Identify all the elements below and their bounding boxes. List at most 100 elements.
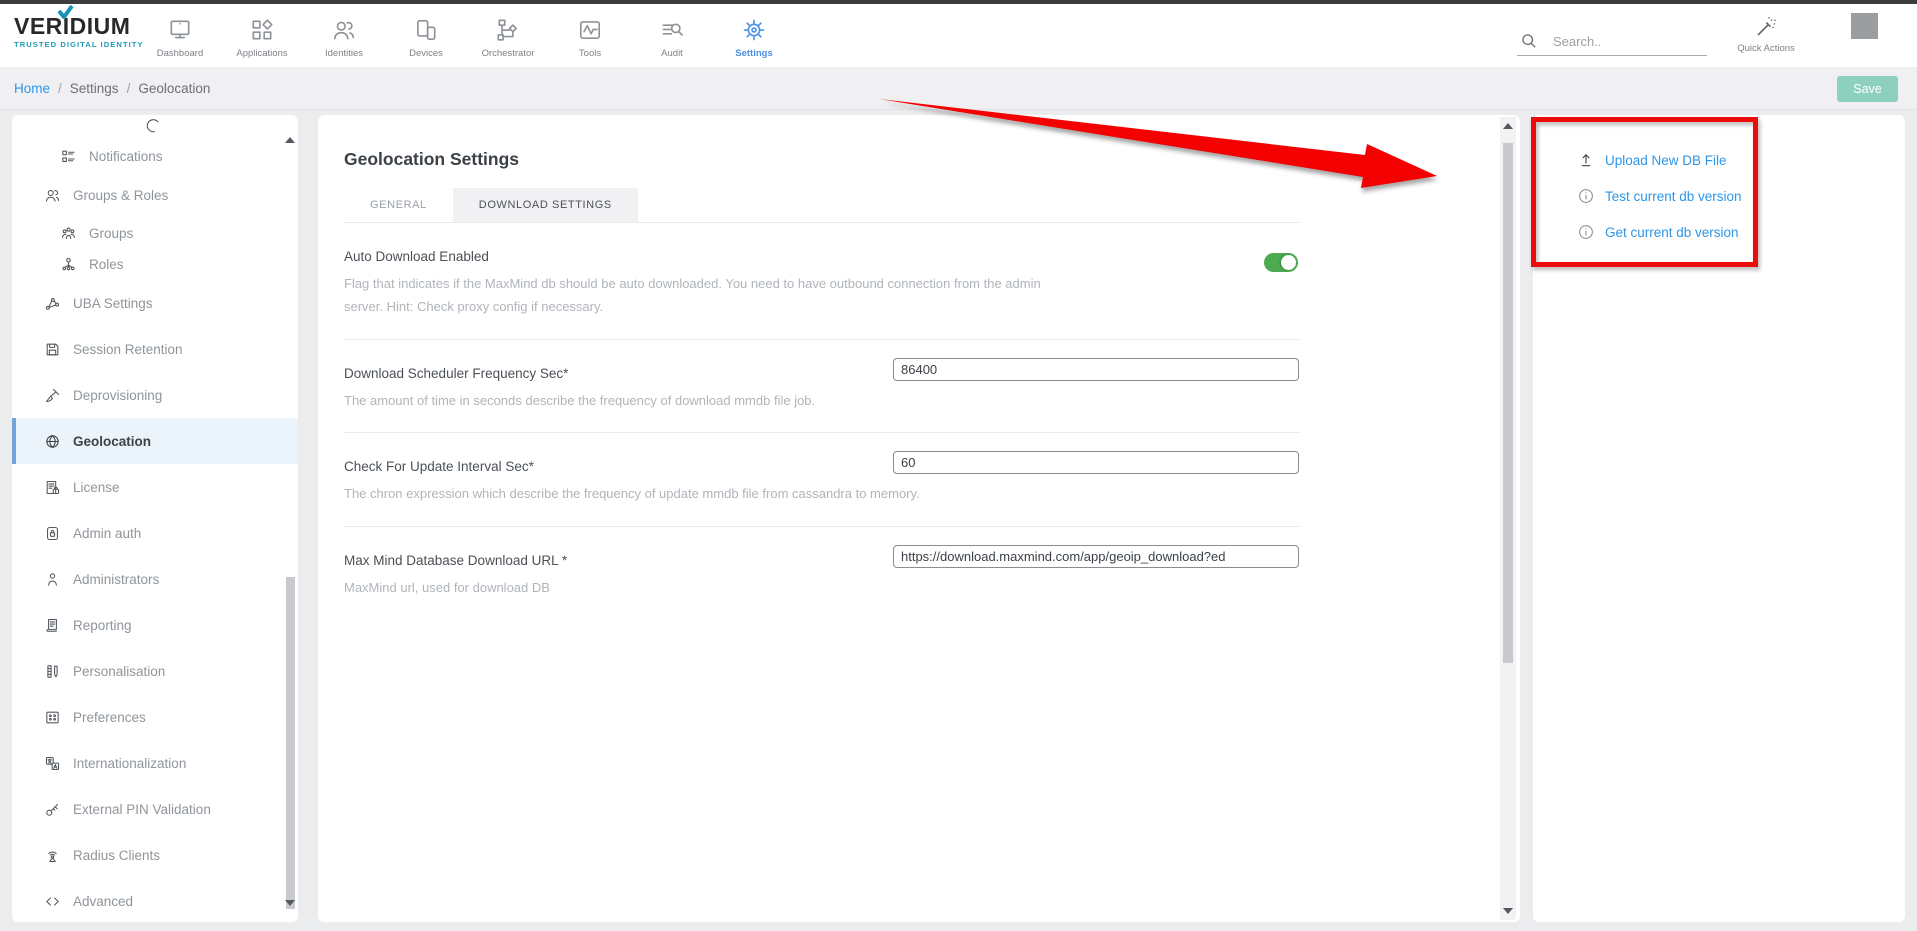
page-title: Geolocation Settings — [344, 149, 1300, 170]
main-nav: DashboardApplicationsIdentitiesDevicesOr… — [139, 7, 795, 59]
nav-item-orchestrator[interactable]: Orchestrator — [467, 7, 549, 59]
scroll-down-arrow[interactable] — [1503, 908, 1513, 914]
nav-item-label: Orchestrator — [467, 48, 549, 59]
sidebar-item-label: Internationalization — [73, 756, 186, 771]
antenna-icon — [44, 847, 61, 864]
sidebar-item-label: Groups & Roles — [73, 188, 168, 203]
sidebar-item-roles[interactable]: Roles — [12, 249, 298, 280]
translate-icon — [44, 755, 61, 772]
gear-icon — [713, 15, 795, 45]
audit-icon — [631, 15, 713, 45]
sidebar-item-label: Advanced — [73, 894, 133, 909]
sidebar-item-label: Reporting — [73, 618, 132, 633]
report-icon — [44, 617, 61, 634]
breadcrumb-settings[interactable]: Settings — [70, 81, 119, 96]
sidebar-item-personalisation[interactable]: Personalisation — [12, 648, 298, 694]
sidebar-item-internationalization[interactable]: Internationalization — [12, 740, 298, 786]
upload-new-db-file-link[interactable]: Upload New DB File — [1533, 142, 1905, 178]
save-button[interactable]: Save — [1837, 76, 1898, 102]
sidebar-item-session-retention[interactable]: Session Retention — [12, 326, 298, 372]
floppy-icon — [44, 341, 61, 358]
sidebar-item-groups-roles[interactable]: Groups & Roles — [12, 172, 298, 218]
upload-icon — [1577, 151, 1595, 169]
sidebar-item-deprovisioning[interactable]: Deprovisioning — [12, 372, 298, 418]
field-row-auto-download-enabled: Auto Download EnabledFlag that indicates… — [344, 223, 1300, 340]
global-search — [1517, 28, 1707, 60]
nav-item-dashboard[interactable]: Dashboard — [139, 7, 221, 59]
field-row-max-mind-database-download-url: Max Mind Database Download URL *MaxMind … — [344, 527, 1300, 620]
field-description: Flag that indicates if the MaxMind db sh… — [344, 273, 1044, 319]
search-input[interactable] — [1517, 28, 1707, 56]
sidebar-item-clipped — [12, 119, 298, 141]
sidebar-item-label: License — [73, 480, 120, 495]
sidebar-item-label: Notifications — [89, 149, 163, 164]
db-actions-panel: Upload New DB File Test current db versio… — [1533, 115, 1905, 922]
globe-icon — [44, 433, 61, 450]
sidebar-item-geolocation[interactable]: Geolocation — [12, 418, 298, 464]
tab-general[interactable]: GENERAL — [344, 188, 453, 222]
sidebar-item-external-pin-validation[interactable]: External PIN Validation — [12, 786, 298, 832]
max-mind-database-download-url-input[interactable] — [893, 545, 1299, 568]
sidebar-item-uba-settings[interactable]: UBA Settings — [12, 280, 298, 326]
code-icon — [44, 893, 61, 910]
nav-item-devices[interactable]: Devices — [385, 7, 467, 59]
sidebar-item-label: Deprovisioning — [73, 388, 162, 403]
scroll-down-arrow[interactable] — [285, 900, 295, 906]
breadcrumb-separator: / — [58, 81, 62, 96]
sidebar-item-label: Groups — [89, 226, 133, 241]
doc-lock-icon — [44, 479, 61, 496]
sidebar-item-label: Admin auth — [73, 526, 141, 541]
shield-lock-icon — [44, 525, 61, 542]
quick-actions-button[interactable]: Quick Actions — [1722, 13, 1810, 54]
ruler-pen-icon — [44, 663, 61, 680]
sidebar-item-reporting[interactable]: Reporting — [12, 602, 298, 648]
sidebar-scrollbar[interactable] — [284, 129, 297, 908]
broom-icon — [44, 387, 61, 404]
sidebar-item-radius-clients[interactable]: Radius Clients — [12, 832, 298, 878]
field-row-check-for-update-interval-sec: Check For Update Interval Sec*The chron … — [344, 433, 1300, 527]
crowd-icon — [60, 225, 77, 242]
nav-item-label: Audit — [631, 48, 713, 59]
prefs-icon — [44, 709, 61, 726]
logo-checkmark-icon — [57, 5, 74, 19]
nav-item-audit[interactable]: Audit — [631, 7, 713, 59]
sidebar-item-admin-auth[interactable]: Admin auth — [12, 510, 298, 556]
check-for-update-interval-sec-input[interactable] — [893, 451, 1299, 474]
scroll-up-arrow[interactable] — [1503, 123, 1513, 129]
test-current-db-version-link[interactable]: Test current db version — [1533, 178, 1905, 214]
action-link-label: Test current db version — [1605, 189, 1742, 204]
nav-item-tools[interactable]: Tools — [549, 7, 631, 59]
nav-item-label: Applications — [221, 48, 303, 59]
scroll-up-arrow[interactable] — [285, 137, 295, 143]
sidebar-item-label: Session Retention — [73, 342, 183, 357]
tools-icon — [549, 15, 631, 45]
sidebar-item-administrators[interactable]: Administrators — [12, 556, 298, 602]
main-content-scrollbar[interactable] — [1500, 117, 1516, 920]
nav-item-applications[interactable]: Applications — [221, 7, 303, 59]
auto-download-enabled-toggle[interactable] — [1264, 253, 1298, 272]
breadcrumb-current: Geolocation — [138, 81, 210, 96]
get-current-db-version-link[interactable]: Get current db version — [1533, 214, 1905, 250]
sidebar-item-label: External PIN Validation — [73, 802, 211, 817]
identities-icon — [303, 15, 385, 45]
sidebar-item-license[interactable]: License — [12, 464, 298, 510]
sidebar-item-groups[interactable]: Groups — [12, 218, 298, 249]
sidebar-item-preferences[interactable]: Preferences — [12, 694, 298, 740]
nav-item-label: Dashboard — [139, 48, 221, 59]
breadcrumb-home[interactable]: Home — [14, 81, 50, 96]
sidebar-item-notifications[interactable]: Notifications — [12, 141, 298, 172]
key-icon — [44, 801, 61, 818]
scrollbar-thumb[interactable] — [1503, 143, 1513, 663]
person-icon — [44, 571, 61, 588]
field-description: The amount of time in seconds describe t… — [344, 390, 1044, 413]
nav-item-settings[interactable]: Settings — [713, 7, 795, 59]
user-avatar[interactable] — [1851, 13, 1878, 39]
settings-menu: Notifications Groups & Roles Groups RolesUB… — [12, 115, 298, 922]
tab-download-settings[interactable]: DOWNLOAD SETTINGS — [453, 188, 638, 222]
sidebar-item-advanced[interactable]: Advanced — [12, 878, 298, 922]
apps-icon — [221, 15, 303, 45]
scrollbar-thumb[interactable] — [286, 577, 295, 909]
nav-item-identities[interactable]: Identities — [303, 7, 385, 59]
download-scheduler-frequency-sec-input[interactable] — [893, 358, 1299, 381]
db-actions-list: Upload New DB File Test current db versio… — [1533, 115, 1905, 250]
